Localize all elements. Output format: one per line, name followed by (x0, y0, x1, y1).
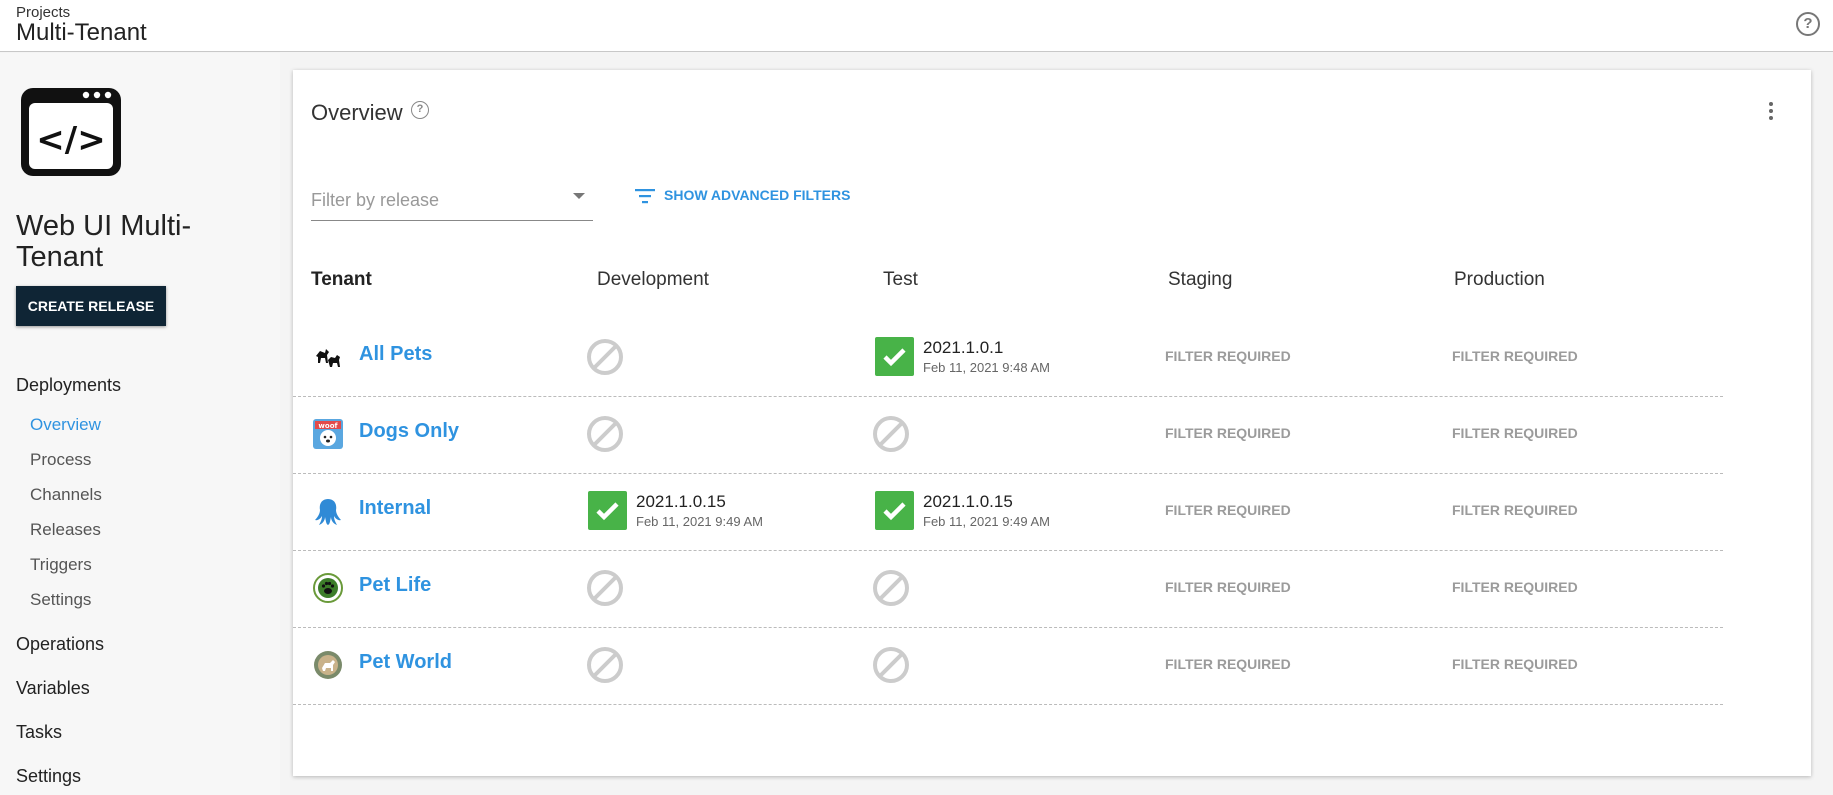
release-version[interactable]: 2021.1.0.15 (636, 492, 726, 512)
filter-icon (635, 189, 655, 204)
paw-badge-icon (313, 573, 343, 603)
success-check-icon[interactable] (588, 491, 627, 530)
release-filter-dropdown[interactable]: Filter by release (311, 178, 593, 221)
release-version[interactable]: 2021.1.0.15 (923, 492, 1013, 512)
globe-dog-icon (314, 651, 342, 679)
not-deployed-icon (587, 339, 623, 375)
nav-operations[interactable]: Operations (16, 634, 104, 655)
nav-deployment-settings[interactable]: Settings (30, 590, 91, 610)
filter-required-label: FILTER REQUIRED (1165, 425, 1291, 441)
filter-required-label: FILTER REQUIRED (1165, 656, 1291, 672)
table-row: All Pets 2021.1.0.1 Feb 11, 2021 9:48 AM… (293, 320, 1723, 397)
tenant-name[interactable]: Internal (359, 497, 431, 520)
nav-variables[interactable]: Variables (16, 678, 90, 699)
release-date: Feb 11, 2021 9:49 AM (923, 514, 1050, 529)
dogs-silhouette-icon (316, 349, 340, 367)
release-date: Feb 11, 2021 9:49 AM (636, 514, 763, 529)
chevron-down-icon (573, 193, 585, 199)
help-icon[interactable]: ? (411, 101, 429, 119)
project-name: Web UI Multi-Tenant (16, 210, 192, 273)
nav-channels[interactable]: Channels (30, 485, 102, 505)
svg-text:woof: woof (318, 422, 338, 430)
code-window-logo-icon: </> (21, 88, 121, 176)
tenant-name[interactable]: Pet World (359, 651, 452, 674)
not-deployed-icon (587, 570, 623, 606)
filter-required-label: FILTER REQUIRED (1165, 348, 1291, 364)
filter-required-label: FILTER REQUIRED (1452, 348, 1578, 364)
nav-deployments[interactable]: Deployments (16, 375, 121, 396)
tenant-name[interactable]: Dogs Only (359, 420, 459, 443)
table-row: woof Dogs Only FILTER REQUIRED FILTER RE… (293, 397, 1723, 474)
more-options-icon[interactable] (1769, 102, 1773, 124)
filter-placeholder: Filter by release (311, 190, 440, 210)
woof-dog-icon: woof (313, 419, 343, 449)
column-header-development: Development (597, 269, 709, 290)
release-date: Feb 11, 2021 9:48 AM (923, 360, 1050, 375)
column-header-production: Production (1454, 269, 1545, 290)
not-deployed-icon (873, 647, 909, 683)
create-release-button[interactable]: CREATE RELEASE (16, 286, 166, 326)
advanced-filters-label: SHOW ADVANCED FILTERS (664, 187, 851, 203)
success-check-icon[interactable] (875, 337, 914, 376)
filter-required-label: FILTER REQUIRED (1452, 656, 1578, 672)
nav-triggers[interactable]: Triggers (30, 555, 92, 575)
table-row: Pet World FILTER REQUIRED FILTER REQUIRE… (293, 628, 1723, 705)
filter-required-label: FILTER REQUIRED (1165, 579, 1291, 595)
release-version[interactable]: 2021.1.0.1 (923, 338, 1003, 358)
filter-required-label: FILTER REQUIRED (1165, 502, 1291, 518)
filter-required-label: FILTER REQUIRED (1452, 425, 1578, 441)
success-check-icon[interactable] (875, 491, 914, 530)
not-deployed-icon (587, 416, 623, 452)
help-circle-icon[interactable]: ? (1796, 12, 1820, 36)
top-bar: Projects Multi-Tenant ? (0, 0, 1833, 52)
nav-overview[interactable]: Overview (30, 415, 101, 435)
not-deployed-icon (873, 570, 909, 606)
overview-title: Overview (311, 100, 403, 125)
filter-required-label: FILTER REQUIRED (1452, 502, 1578, 518)
octopus-icon (315, 499, 341, 525)
not-deployed-icon (873, 416, 909, 452)
column-header-staging: Staging (1168, 269, 1233, 290)
sidebar: </> Web UI Multi-Tenant CREATE RELEASE D… (0, 53, 280, 795)
table-row: Internal 2021.1.0.15 Feb 11, 2021 9:49 A… (293, 474, 1723, 551)
nav-releases[interactable]: Releases (30, 520, 101, 540)
column-header-test: Test (883, 269, 918, 290)
not-deployed-icon (587, 647, 623, 683)
tenant-name[interactable]: Pet Life (359, 574, 431, 597)
overview-card: Overview ? Filter by release SHOW ADVANC… (293, 70, 1811, 776)
column-header-tenant: Tenant (311, 269, 372, 290)
nav-settings[interactable]: Settings (16, 766, 81, 787)
filter-required-label: FILTER REQUIRED (1452, 579, 1578, 595)
tenant-name[interactable]: All Pets (359, 343, 432, 366)
nav-tasks[interactable]: Tasks (16, 722, 62, 743)
svg-text:</>: </> (36, 120, 105, 160)
nav-process[interactable]: Process (30, 450, 91, 470)
table-row: Pet Life FILTER REQUIRED FILTER REQUIRED (293, 551, 1723, 628)
page-title: Multi-Tenant (16, 19, 147, 46)
